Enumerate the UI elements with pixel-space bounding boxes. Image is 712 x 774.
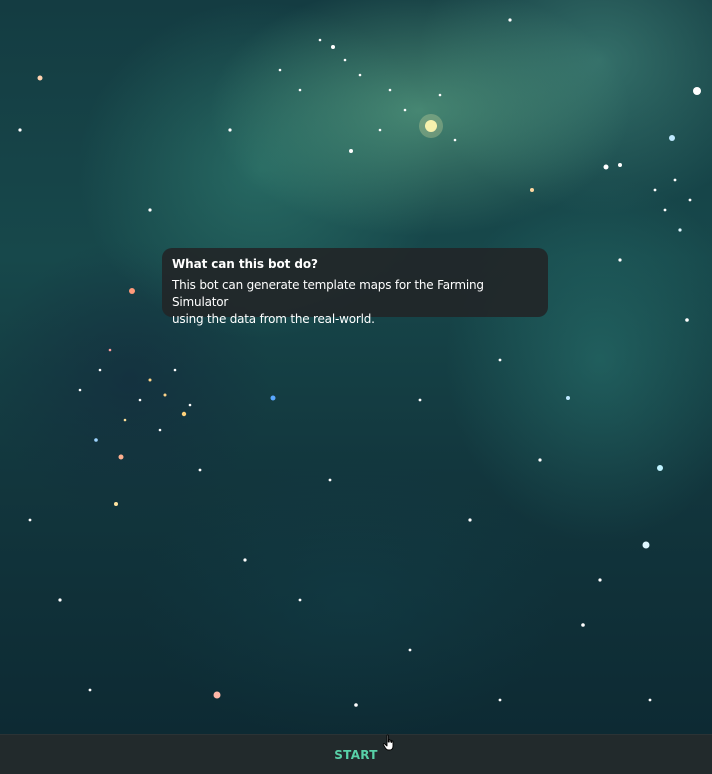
bot-info-bubble: What can this bot do? This bot can gener… — [162, 248, 548, 326]
nebula-background — [0, 0, 712, 734]
bubble-description-line2: using the data from the real-world. — [172, 312, 375, 326]
chat-window: What can this bot do? This bot can gener… — [0, 0, 712, 774]
bubble-description-line1: This bot can generate template maps for … — [172, 278, 484, 309]
hand-pointer-icon — [382, 734, 394, 751]
start-button[interactable]: START — [0, 735, 712, 774]
bubble-title: What can this bot do? — [172, 257, 318, 271]
starfield — [18, 18, 701, 707]
bottom-bar: START — [0, 734, 712, 774]
bubble-description: This bot can generate template maps for … — [172, 277, 538, 328]
